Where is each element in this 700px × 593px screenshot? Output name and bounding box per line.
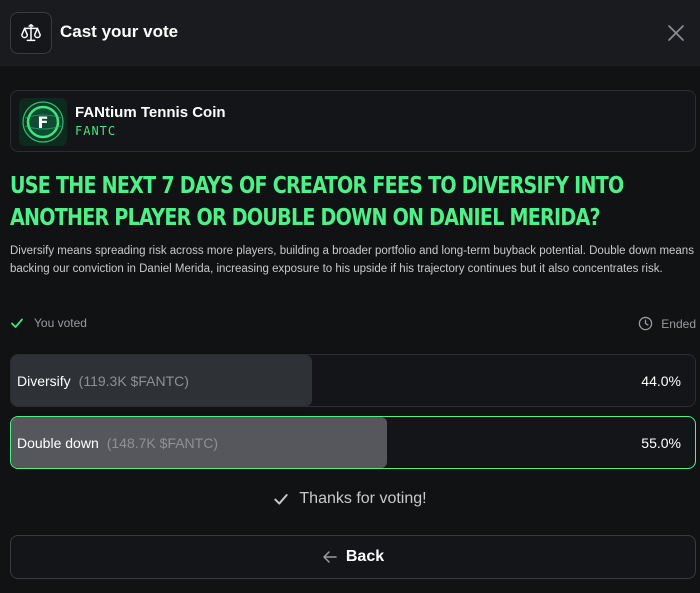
close-icon — [668, 25, 684, 41]
voted-status: You voted — [10, 316, 87, 330]
back-label: Back — [345, 548, 385, 565]
option-percent: 55.0% — [641, 434, 681, 451]
option-amount: (148.7K $FANTC) — [106, 434, 218, 451]
scale-icon — [10, 12, 52, 54]
token-card: F FANtium Tennis Coin FANTC — [10, 90, 696, 152]
modal-title: Cast your vote — [60, 22, 179, 41]
clock-icon — [639, 316, 653, 331]
ended-text: Ended — [661, 316, 696, 331]
ended-status: Ended — [638, 316, 696, 331]
close-button[interactable] — [664, 21, 688, 45]
token-ticker: FANTC — [75, 124, 117, 138]
check-icon — [11, 318, 23, 328]
svg-text:F: F — [38, 113, 49, 132]
thanks-text: Thanks for voting! — [299, 490, 427, 507]
proposal-description: Diversify means spreading risk across mo… — [10, 245, 694, 275]
token-logo: F — [19, 98, 67, 146]
thanks-message: Thanks for voting! — [0, 490, 700, 508]
modal-header: Cast your vote — [0, 0, 700, 66]
option-percent: 44.0% — [641, 372, 681, 389]
proposal-question: Use the next 7 days of creator fees to d… — [10, 173, 624, 231]
option-double-down[interactable]: Double down (148.7K $FANTC) 55.0% — [10, 416, 696, 469]
check-icon — [274, 494, 289, 505]
back-button[interactable]: Back — [10, 535, 696, 579]
voted-text: You voted — [34, 316, 87, 330]
arrow-left-icon — [323, 551, 337, 563]
token-name: FANtium Tennis Coin — [75, 104, 226, 121]
option-label: Diversify — [17, 372, 71, 389]
option-label: Double down — [17, 434, 99, 451]
option-diversify[interactable]: Diversify (119.3K $FANTC) 44.0% — [10, 354, 696, 407]
option-amount: (119.3K $FANTC) — [78, 372, 189, 389]
